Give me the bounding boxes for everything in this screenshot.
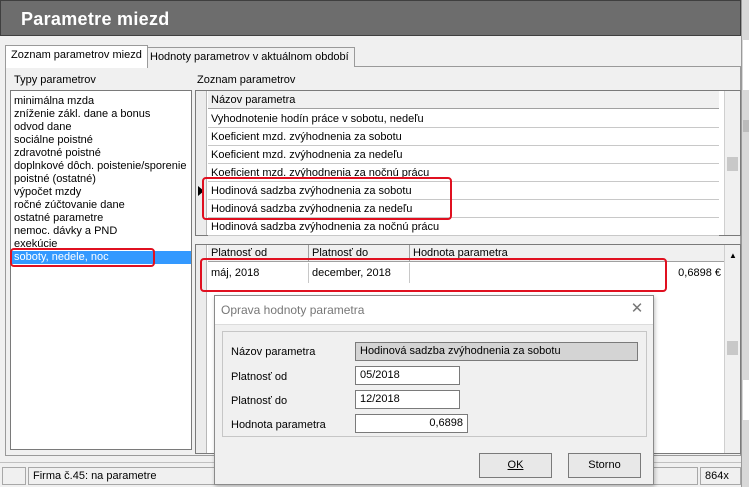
list-item[interactable]: ročné zúčtovanie dane [14,199,125,212]
highlight-box [200,258,667,292]
list-item[interactable]: poistné (ostatné) [14,173,96,186]
status-panel [2,467,26,485]
list-item[interactable]: sociálne poistné [14,134,93,147]
valid-from-input[interactable]: 05/2018 [355,366,460,385]
close-icon[interactable]: ✕ [629,301,645,317]
tab-parameter-values[interactable]: Hodnoty parametrov v aktuálnom období [144,47,355,67]
edit-value-dialog: Oprava hodnoty parametra ✕ Názov paramet… [214,295,654,485]
tab-parameter-list[interactable]: Zoznam parametrov miezd [5,45,148,68]
parameters-label: Zoznam parametrov [197,74,296,86]
title-bar: Parametre miezd [0,0,741,36]
parameter-types-list[interactable]: minimálna mzda zníženie zákl. dane a bon… [10,90,192,450]
param-name-label: Názov parametra [231,346,316,358]
list-item[interactable]: výpočet mzdy [14,186,81,199]
list-item[interactable]: nemoc. dávky a PND [14,225,117,238]
column-header[interactable]: Názov parametra [208,91,719,109]
scroll-up-icon[interactable]: ▲ [729,251,737,260]
highlight-box [10,248,155,267]
vertical-scrollbar[interactable] [724,91,740,235]
dialog-title: Oprava hodnoty parametra [221,303,365,317]
vertical-scrollbar[interactable]: ▲ [724,245,740,453]
cancel-button[interactable]: Storno [568,453,641,478]
list-item[interactable]: zdravotné poistné [14,147,101,160]
highlight-box [202,177,452,220]
scrollbar-thumb[interactable] [727,341,738,355]
param-value-input[interactable]: 0,6898 [355,414,468,433]
status-size: 864x [700,467,741,485]
table-row[interactable]: Hodinová sadzba zvýhodnenia za nočnú prá… [208,218,719,236]
list-item[interactable]: zníženie zákl. dane a bonus [14,108,150,121]
ok-button[interactable]: OK [479,453,552,478]
table-row[interactable]: Koeficient mzd. zvýhodnenia za sobotu [208,128,719,146]
table-row[interactable]: Koeficient mzd. zvýhodnenia za nedeľu [208,146,719,164]
valid-from-label: Platnosť od [231,371,288,383]
window-edge [741,0,749,487]
param-name-field: Hodinová sadzba zvýhodnenia za sobotu [355,342,638,361]
list-item[interactable]: doplnkové dôch. poistenie/sporenie [14,160,186,173]
list-item[interactable]: minimálna mzda [14,95,94,108]
valid-to-input[interactable]: 12/2018 [355,390,460,409]
types-label: Typy parametrov [14,74,96,86]
scrollbar-thumb[interactable] [727,157,738,171]
list-item[interactable]: odvod dane [14,121,72,134]
param-value-label: Hodnota parametra [231,419,326,431]
dialog-title-bar: Oprava hodnoty parametra ✕ [215,296,653,325]
list-item[interactable]: ostatné parametre [14,212,103,225]
window-title: Parametre miezd [21,9,170,29]
valid-to-label: Platnosť do [231,395,288,407]
table-row[interactable]: Vyhodnotenie hodín práce v sobotu, nedeľ… [208,110,719,128]
